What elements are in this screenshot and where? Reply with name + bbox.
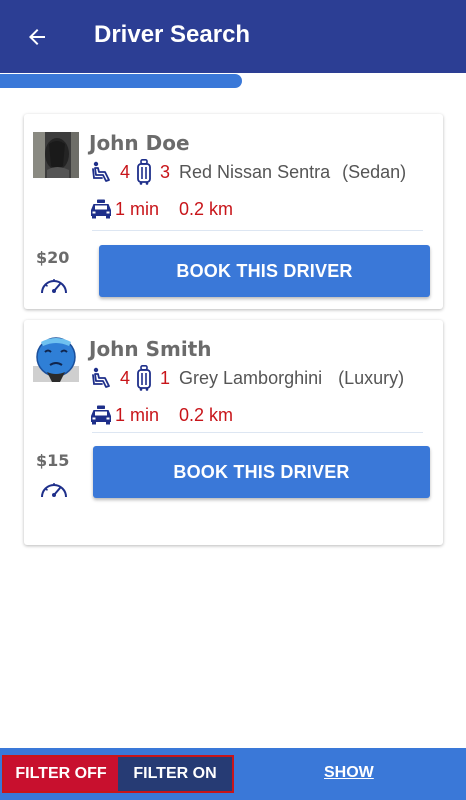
eta: 1 min (115, 404, 160, 425)
taxi-icon (89, 199, 113, 219)
luggage-icon (137, 159, 151, 185)
search-progress (0, 74, 466, 88)
driver-card: John Smith 4 1 Grey Lamborghini (Luxury) (24, 320, 443, 545)
filter-off-button[interactable]: FILTER OFF (4, 757, 118, 791)
arrow-left-icon (29, 29, 45, 45)
speedometer-icon (41, 483, 67, 498)
driver-avatar (33, 336, 79, 382)
vehicle-class: (Sedan) (342, 161, 407, 182)
page-title: Driver Search (94, 21, 251, 48)
book-driver-button[interactable]: BOOK THIS DRIVER (93, 446, 430, 498)
speedometer-icon (41, 279, 67, 294)
divider (92, 230, 423, 231)
distance: 0.2 km (179, 404, 234, 425)
luggage-icon (137, 365, 151, 391)
app-bar: Driver Search (0, 0, 466, 73)
price: $15 (36, 451, 70, 470)
bottom-bar: FILTER OFF FILTER ON SHOW (0, 748, 466, 800)
seat-count: 4 (120, 161, 131, 182)
vehicle-name: Grey Lamborghini (179, 367, 323, 388)
show-button[interactable]: SHOW (324, 764, 374, 782)
luggage-count: 1 (160, 367, 171, 388)
filter-toggle: FILTER OFF FILTER ON (2, 755, 234, 793)
eta: 1 min (115, 198, 160, 219)
back-button[interactable] (20, 20, 54, 54)
seat-count: 4 (120, 367, 131, 388)
driver-eta-row: 1 min 0.2 km (89, 402, 233, 428)
taxi-icon (89, 405, 113, 425)
vehicle-name: Red Nissan Sentra (179, 161, 331, 182)
distance: 0.2 km (179, 198, 234, 219)
seat-icon (91, 367, 111, 389)
seat-icon (91, 161, 111, 183)
driver-eta-row: 1 min 0.2 km (89, 196, 233, 222)
progress-fill (0, 74, 243, 88)
book-driver-button[interactable]: BOOK THIS DRIVER (99, 245, 430, 297)
divider (92, 432, 423, 433)
filter-on-button[interactable]: FILTER ON (118, 757, 232, 791)
driver-card: John Doe 4 3 Red Nissan Sentra (Sedan) 1… (24, 114, 443, 309)
price: $20 (36, 248, 70, 267)
driver-name: John Doe (89, 131, 190, 155)
driver-name: John Smith (89, 337, 212, 361)
vehicle-class: (Luxury) (338, 367, 405, 388)
luggage-count: 3 (160, 161, 171, 182)
driver-capacity-row: 4 1 Grey Lamborghini (Luxury) (91, 364, 404, 392)
driver-capacity-row: 4 3 Red Nissan Sentra (Sedan) (91, 158, 406, 186)
driver-avatar (33, 132, 79, 178)
